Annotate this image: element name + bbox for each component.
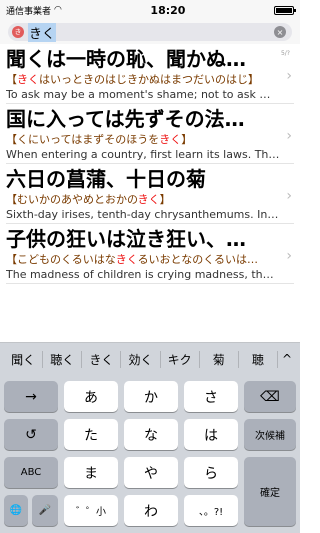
key-ya[interactable]: や: [124, 457, 178, 488]
suggestion[interactable]: 効く: [121, 350, 161, 368]
suggestion[interactable]: 菊: [200, 350, 239, 368]
result-item[interactable]: 聞くは一時の恥、聞かぬ… 【きくはいっときのはじきかぬはまつだいのはじ】 To …: [6, 44, 294, 104]
key-wa[interactable]: わ: [124, 495, 178, 526]
entry-translation: Sixth-day irises, tenth-day chrysanthemu…: [6, 208, 294, 221]
abc-key[interactable]: ABC: [4, 457, 58, 488]
entry-title: 国に入っては先ずその法…: [6, 107, 245, 131]
search-bar: き きく ×: [0, 20, 300, 44]
entry-title: 六日の菖蒲、十日の菊: [6, 167, 206, 191]
dakuten-key[interactable]: ゛゜小: [64, 495, 118, 526]
key-ma[interactable]: ま: [64, 457, 118, 488]
expand-suggestions-icon[interactable]: ^: [278, 352, 296, 366]
entry-translation: The madness of children is crying madnes…: [6, 268, 294, 281]
globe-icon[interactable]: 🌐: [4, 495, 28, 526]
clear-icon[interactable]: ×: [274, 26, 286, 38]
entry-title: 聞くは一時の恥、聞かぬ…: [6, 47, 246, 71]
suggestion[interactable]: キク: [161, 350, 200, 368]
punctuation-key[interactable]: 、。?!: [184, 495, 238, 526]
entry-translation: When entering a country, first learn its…: [6, 148, 294, 161]
battery-icon: [273, 5, 296, 15]
clock: 18:20: [150, 3, 186, 17]
confirm-key[interactable]: 確定: [244, 457, 296, 526]
arrow-key[interactable]: →: [4, 381, 58, 412]
suggestion[interactable]: 聴: [239, 350, 278, 368]
backspace-key[interactable]: ⌫: [244, 381, 296, 412]
suggestion[interactable]: 聞く: [4, 350, 44, 368]
chevron-right-icon: ›: [286, 128, 292, 144]
entry-reading: 【むいかのあやめとおかのきく】: [6, 193, 171, 206]
search-field[interactable]: き きく ×: [8, 22, 292, 42]
key-ka[interactable]: か: [124, 381, 178, 412]
chevron-right-icon: ›: [286, 248, 292, 264]
entry-reading: 【きくはいっときのはじきかぬはまつだいのはじ】: [6, 73, 259, 86]
entry-translation: To ask may be a moment's shame; not to a…: [6, 88, 294, 101]
entry-title: 子供の狂いは泣き狂い、…: [6, 227, 246, 251]
entry-reading: 【こどものくるいはなきくるいおとなのくるいは…: [6, 253, 259, 266]
key-ra[interactable]: ら: [184, 457, 238, 488]
chevron-right-icon: ›: [286, 68, 292, 84]
result-item[interactable]: 国に入っては先ずその法… 【くにいってはまずそのほうをきく】 When ente…: [6, 104, 294, 164]
key-ha[interactable]: は: [184, 419, 238, 450]
status-bar: 通信事業者 ◠ 18:20: [0, 0, 300, 20]
results-list: 聞くは一時の恥、聞かぬ… 【きくはいっときのはじきかぬはまつだいのはじ】 To …: [0, 44, 300, 284]
wifi-icon: ◠: [54, 5, 62, 15]
result-item[interactable]: 子供の狂いは泣き狂い、… 【こどものくるいはなきくるいおとなのくるいは… The…: [6, 224, 294, 284]
carrier-label: 通信事業者: [6, 6, 52, 17]
key-ta[interactable]: た: [64, 419, 118, 450]
next-candidate-key[interactable]: 次候補: [244, 419, 296, 450]
search-input[interactable]: きく: [28, 22, 57, 42]
undo-key[interactable]: ↺: [4, 419, 58, 450]
dictionary-badge-icon: き: [12, 26, 24, 38]
result-item[interactable]: 六日の菖蒲、十日の菊 【むいかのあやめとおかのきく】 Sixth-day iri…: [6, 164, 294, 224]
carrier: 通信事業者 ◠: [6, 4, 62, 17]
entry-reading: 【くにいってはまずそのほうをきく】: [6, 133, 193, 146]
chevron-right-icon: ›: [286, 188, 292, 204]
suggestion[interactable]: きく: [82, 350, 122, 368]
key-na[interactable]: な: [124, 419, 178, 450]
key-sa[interactable]: さ: [184, 381, 238, 412]
keyboard: → あ か さ ⌫ ↺ た な は 次候補 ABC ま や ら 確定 🌐 🎤 ゛…: [0, 375, 300, 533]
key-a[interactable]: あ: [64, 381, 118, 412]
microphone-icon[interactable]: 🎤: [32, 495, 58, 526]
suggestion-bar: 聞く 聴く きく 効く キク 菊 聴 ^: [0, 342, 300, 375]
suggestion[interactable]: 聴く: [43, 350, 83, 368]
